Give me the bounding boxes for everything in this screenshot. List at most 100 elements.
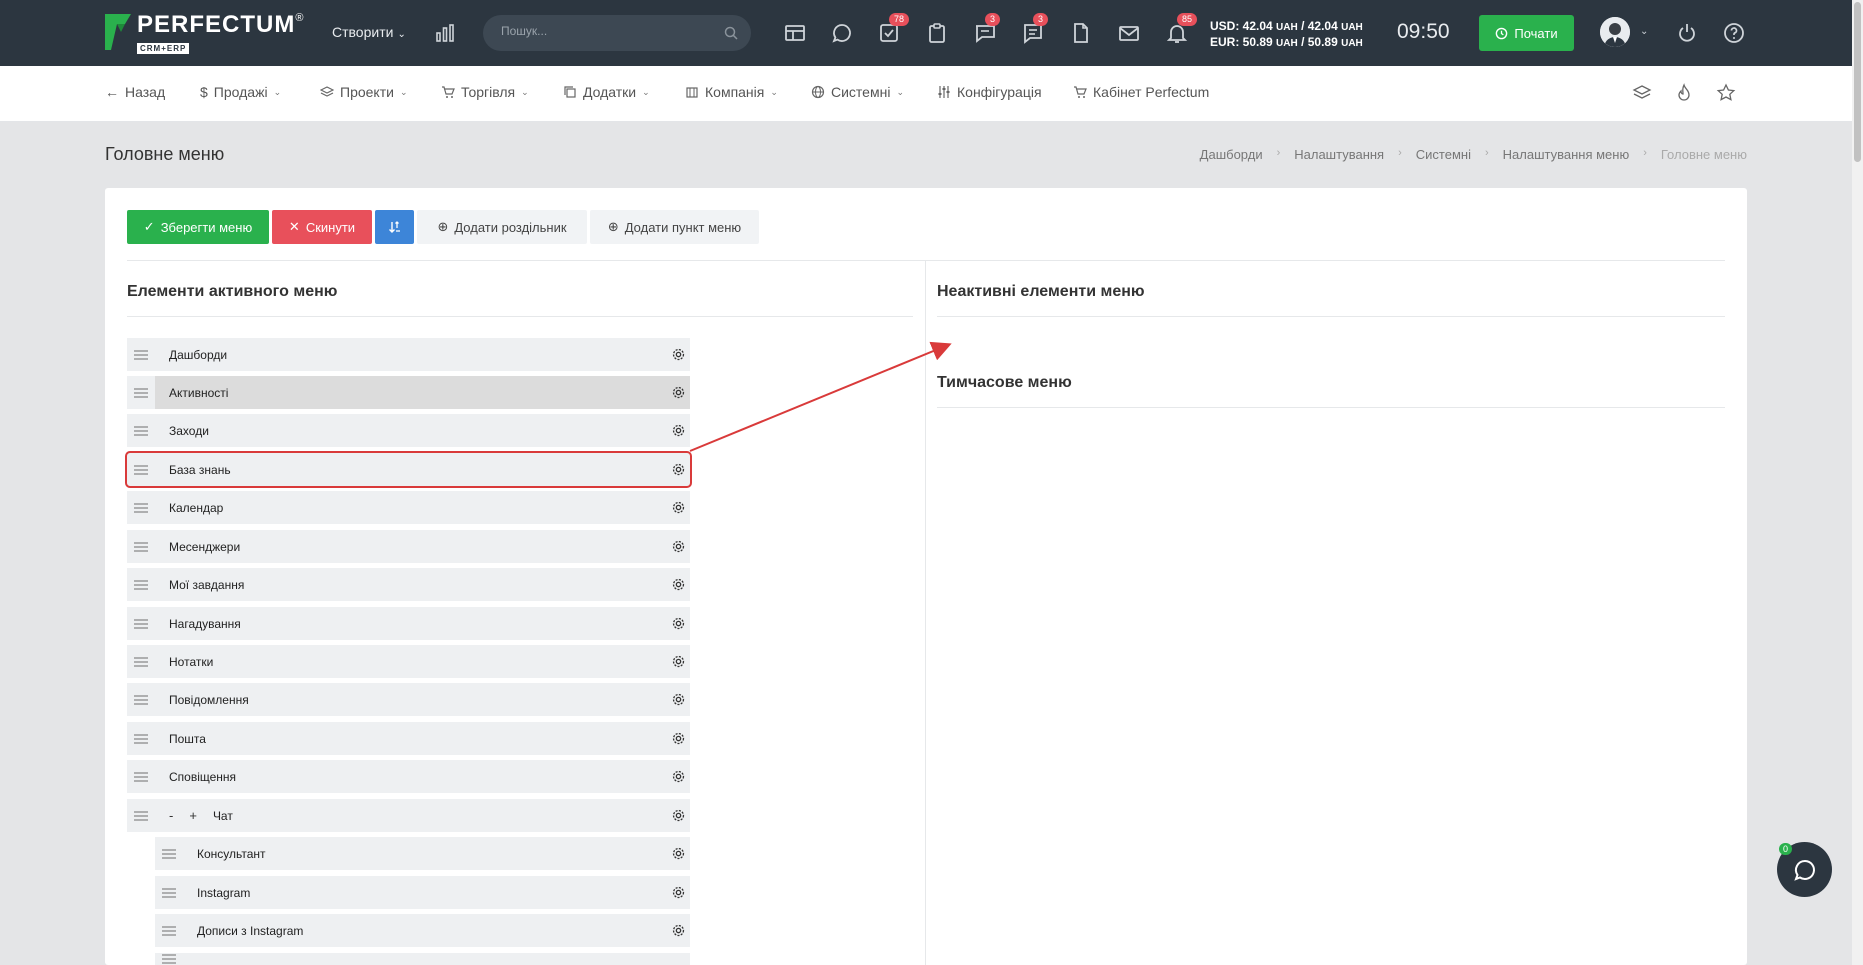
create-dropdown[interactable]: Створити ⌄ xyxy=(332,24,406,40)
clipboard-icon[interactable] xyxy=(925,21,949,45)
breadcrumb-settings[interactable]: Налаштування xyxy=(1294,147,1384,162)
menu-config[interactable]: Конфігурація xyxy=(937,84,1042,100)
menu-item-row[interactable]: Мої завдання xyxy=(127,568,690,601)
menu-item-row[interactable]: Пошта xyxy=(127,722,690,755)
menu-addons[interactable]: Додатки ⌄ xyxy=(563,84,650,100)
menu-back[interactable]: ← Назад xyxy=(105,84,165,100)
floating-chat-button[interactable]: 0 xyxy=(1777,842,1832,897)
gear-icon[interactable] xyxy=(671,616,686,631)
power-icon[interactable] xyxy=(1675,21,1699,45)
gear-icon[interactable] xyxy=(671,885,686,900)
drag-handle-icon[interactable] xyxy=(155,848,183,860)
menu-item-row[interactable]: Дашборди xyxy=(127,338,690,371)
add-separator-button[interactable]: ⊕ Додати роздільник xyxy=(417,210,587,244)
drag-handle-icon[interactable] xyxy=(127,464,155,476)
menu-trade[interactable]: Торгівля ⌄ xyxy=(441,84,529,100)
menu-subitem-row[interactable]: Дописи з Instagram xyxy=(155,914,690,947)
menu-system[interactable]: Системні ⌄ xyxy=(811,84,904,100)
gear-icon[interactable] xyxy=(671,923,686,938)
menu-item-row[interactable]: Сповіщення xyxy=(127,760,690,793)
menu-company[interactable]: Компанія ⌄ xyxy=(685,84,778,100)
chevron-down-icon: ⌄ xyxy=(521,86,529,97)
mail-icon[interactable] xyxy=(1117,21,1141,45)
menu-subitem-row[interactable] xyxy=(155,953,690,965)
drag-handle-icon[interactable] xyxy=(155,953,183,965)
layers-icon[interactable] xyxy=(1631,82,1653,104)
drag-handle-icon[interactable] xyxy=(127,502,155,514)
search-icon[interactable] xyxy=(723,25,739,41)
breadcrumb-current: Головне меню xyxy=(1660,147,1747,162)
breadcrumb-dashboards[interactable]: Дашборди xyxy=(1200,147,1263,162)
gear-icon[interactable] xyxy=(671,808,686,823)
clock-icon xyxy=(1496,27,1508,39)
sort-icon xyxy=(388,221,400,233)
gear-icon[interactable] xyxy=(671,423,686,438)
drag-handle-icon[interactable] xyxy=(127,579,155,591)
logo[interactable]: PERFECTUM® CRM+ERP xyxy=(103,12,303,56)
drag-handle-icon[interactable] xyxy=(127,810,155,822)
gear-icon[interactable] xyxy=(671,385,686,400)
search-input[interactable] xyxy=(501,24,711,38)
gear-icon[interactable] xyxy=(671,846,686,861)
menu-cabinet[interactable]: Кабінет Perfectum xyxy=(1073,84,1209,100)
scrollbar-thumb[interactable] xyxy=(1854,2,1861,162)
help-icon[interactable] xyxy=(1722,21,1746,45)
menu-item-row[interactable]: Повідомлення xyxy=(127,683,690,716)
menu-projects[interactable]: Проекти ⌄ xyxy=(320,84,407,100)
bell-icon[interactable]: 85 xyxy=(1165,13,1198,45)
drag-handle-icon[interactable] xyxy=(127,541,155,553)
gear-icon[interactable] xyxy=(671,731,686,746)
bar-chart-icon[interactable] xyxy=(434,22,456,44)
menu-item-row[interactable]: Календар xyxy=(127,491,690,524)
save-menu-button[interactable]: ✓ Зберегти меню xyxy=(127,210,269,244)
expand-toggle[interactable]: + xyxy=(189,808,197,823)
chat-bubble-icon[interactable] xyxy=(830,21,854,45)
breadcrumb-menu-settings[interactable]: Налаштування меню xyxy=(1503,147,1630,162)
gear-icon[interactable] xyxy=(671,539,686,554)
gear-icon[interactable] xyxy=(671,769,686,784)
tasks-icon[interactable]: 78 xyxy=(877,13,910,45)
drag-handle-icon[interactable] xyxy=(127,771,155,783)
gear-icon[interactable] xyxy=(671,347,686,362)
chevron-down-icon[interactable]: ⌄ xyxy=(1640,26,1648,37)
drag-handle-icon[interactable] xyxy=(127,387,155,399)
gear-icon[interactable] xyxy=(671,577,686,592)
drag-handle-icon[interactable] xyxy=(155,887,183,899)
breadcrumb-system[interactable]: Системні xyxy=(1416,147,1471,162)
drag-handle-icon[interactable] xyxy=(127,733,155,745)
collapse-toggle[interactable]: - xyxy=(169,808,173,823)
sort-button[interactable] xyxy=(375,210,414,244)
avatar[interactable] xyxy=(1600,17,1630,47)
menu-item-row[interactable]: Заходи xyxy=(127,414,690,447)
start-button[interactable]: Почати xyxy=(1479,15,1574,51)
gear-icon[interactable] xyxy=(671,654,686,669)
gear-icon[interactable] xyxy=(671,462,686,477)
document-icon[interactable] xyxy=(1069,21,1093,45)
star-icon[interactable] xyxy=(1715,82,1737,104)
chat-list-icon[interactable]: 3 xyxy=(973,13,1001,45)
gear-icon[interactable] xyxy=(671,500,686,515)
gear-icon[interactable] xyxy=(671,692,686,707)
fire-icon[interactable] xyxy=(1673,82,1695,104)
drag-handle-icon[interactable] xyxy=(127,656,155,668)
menu-subitem-row[interactable]: Консультант xyxy=(155,837,690,870)
menu-item-row[interactable]: Месенджери xyxy=(127,530,690,563)
drag-handle-icon[interactable] xyxy=(127,694,155,706)
layout-icon[interactable] xyxy=(783,21,807,45)
menu-subitem-row[interactable]: Instagram xyxy=(155,876,690,909)
menu-item-row-highlighted[interactable]: База знань xyxy=(125,451,692,488)
menu-item-row[interactable]: Нагадування xyxy=(127,607,690,640)
drag-handle-icon[interactable] xyxy=(127,618,155,630)
page-scrollbar[interactable] xyxy=(1852,0,1863,965)
drag-handle-icon[interactable] xyxy=(155,925,183,937)
reset-button[interactable]: ✕ Скинути xyxy=(272,210,372,244)
menu-item-row[interactable]: Нотатки xyxy=(127,645,690,678)
messages-icon[interactable]: 3 xyxy=(1021,13,1049,45)
drag-handle-icon[interactable] xyxy=(127,425,155,437)
menu-item-row[interactable]: Активності xyxy=(127,376,690,409)
add-menu-item-button[interactable]: ⊕ Додати пункт меню xyxy=(590,210,759,244)
menu-item-row-chat[interactable]: - + Чат xyxy=(127,799,690,832)
drag-handle-icon[interactable] xyxy=(127,349,155,361)
layers-icon xyxy=(320,86,334,97)
menu-sales[interactable]: $ Продажі ⌄ xyxy=(200,84,281,100)
